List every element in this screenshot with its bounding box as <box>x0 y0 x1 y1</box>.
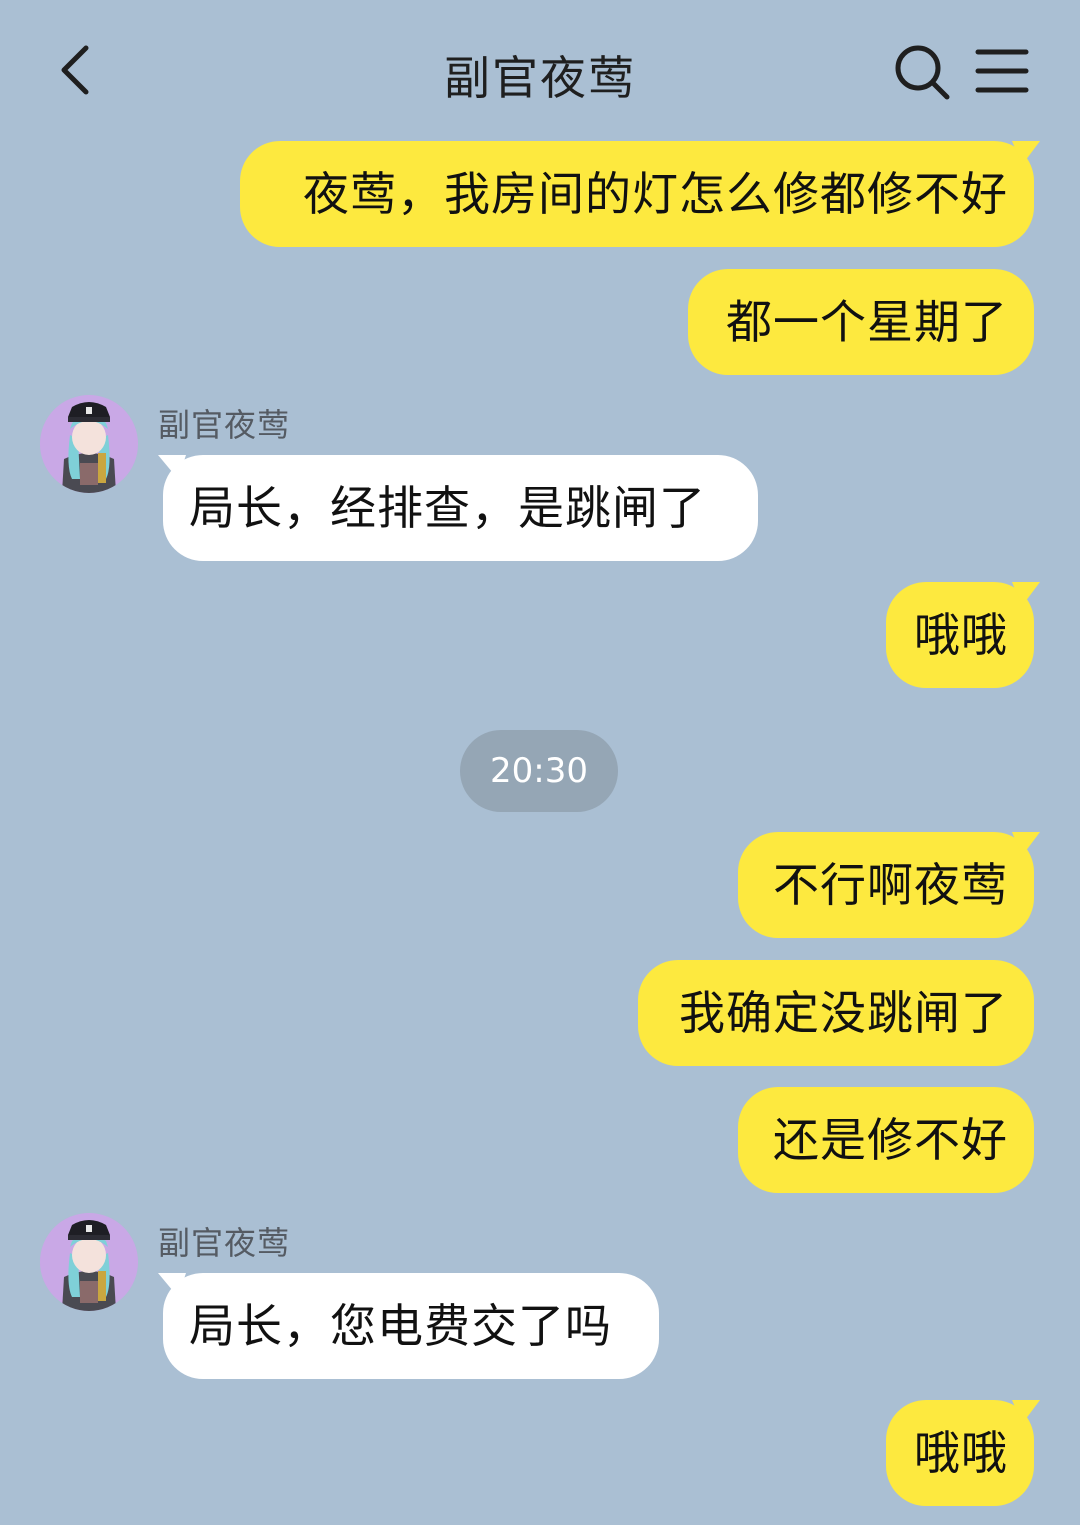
outgoing-message[interactable]: 还是修不好 <box>738 1087 1034 1193</box>
sender-name: 副官夜莺 <box>158 406 291 444</box>
avatar[interactable] <box>40 1213 138 1311</box>
incoming-message[interactable]: 局长，您电费交了吗 <box>163 1273 659 1379</box>
bubble-tail <box>158 1273 186 1297</box>
bubble-tail <box>1012 832 1040 856</box>
message-text: 我确定没跳闸了 <box>679 986 1008 1040</box>
message-text: 哦哦 <box>914 608 1008 662</box>
avatar-image <box>40 1213 138 1311</box>
avatar-image <box>40 395 138 493</box>
outgoing-message[interactable]: 都一个星期了 <box>688 269 1034 375</box>
message-text: 局长，经排查，是跳闸了 <box>189 481 706 535</box>
message-text: 都一个星期了 <box>726 295 1008 349</box>
bubble-tail <box>1012 1400 1040 1424</box>
message-text: 哦哦 <box>914 1426 1008 1480</box>
message-text: 局长，您电费交了吗 <box>189 1299 612 1353</box>
search-icon <box>895 45 950 100</box>
menu-icon <box>975 49 1029 93</box>
sender-name: 副官夜莺 <box>158 1224 291 1262</box>
menu-button[interactable] <box>972 44 1032 100</box>
outgoing-message[interactable]: 我确定没跳闸了 <box>638 960 1034 1066</box>
outgoing-message[interactable]: 不行啊夜莺 <box>738 832 1034 938</box>
search-button[interactable] <box>890 40 954 104</box>
incoming-message[interactable]: 局长，经排查，是跳闸了 <box>163 455 758 561</box>
outgoing-message[interactable]: 夜莺，我房间的灯怎么修都修不好 <box>240 141 1034 247</box>
bubble-tail <box>158 455 186 479</box>
chat-header: 副官夜莺 <box>0 0 1080 140</box>
timestamp-pill: 20:30 <box>460 730 618 812</box>
avatar[interactable] <box>40 395 138 493</box>
message-text: 还是修不好 <box>773 1113 1008 1167</box>
message-text: 夜莺，我房间的灯怎么修都修不好 <box>303 167 1008 221</box>
message-text: 不行啊夜莺 <box>773 858 1008 912</box>
bubble-tail <box>1012 141 1040 165</box>
bubble-tail <box>1012 582 1040 606</box>
